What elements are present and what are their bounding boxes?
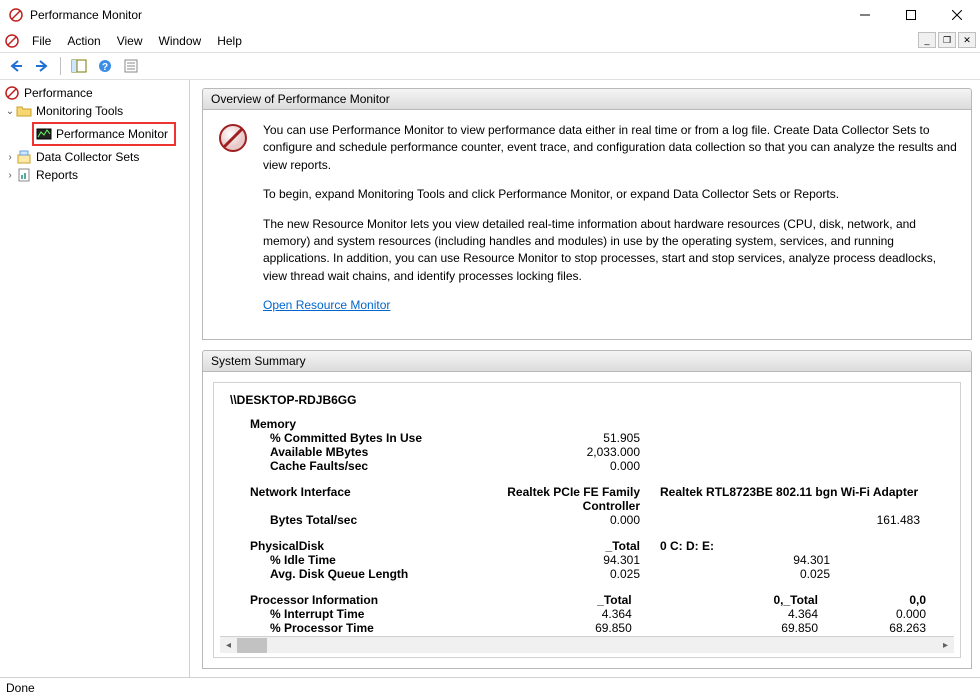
system-summary-panel: System Summary \\DESKTOP-RDJB6GG Memory … <box>202 350 972 669</box>
menu-action[interactable]: Action <box>59 32 108 50</box>
processor-section-header: Processor Information _Total 0,_Total 0,… <box>250 593 946 607</box>
tree-label-performance-monitor: Performance Monitor <box>56 127 168 141</box>
close-button[interactable] <box>934 0 980 30</box>
status-text: Done <box>6 681 35 695</box>
back-button[interactable] <box>4 55 28 77</box>
mdi-restore-button[interactable]: ❐ <box>938 32 956 48</box>
perfmon-menu-icon <box>4 33 20 49</box>
system-summary-report: \\DESKTOP-RDJB6GG Memory % Committed Byt… <box>220 393 954 636</box>
overview-header: Overview of Performance Monitor <box>202 88 972 110</box>
horizontal-scrollbar[interactable]: ◂ ▸ <box>220 636 954 653</box>
collapse-icon[interactable]: ⌄ <box>4 106 16 117</box>
summary-hostname: \\DESKTOP-RDJB6GG <box>230 393 946 407</box>
menu-view[interactable]: View <box>109 32 151 50</box>
properties-button[interactable] <box>119 55 143 77</box>
network-section-header: Network Interface Realtek PCIe FE Family… <box>250 485 946 513</box>
tree-label-performance: Performance <box>24 86 93 100</box>
menu-window[interactable]: Window <box>151 32 210 50</box>
processor-row: % Interrupt Time4.3644.3640.000 <box>270 607 946 621</box>
overview-paragraph-3: The new Resource Monitor lets you view d… <box>263 216 957 286</box>
memory-row: Available MBytes2,033.000 <box>270 445 946 459</box>
tree-label-reports: Reports <box>36 168 78 182</box>
tree-node-reports[interactable]: › Reports <box>4 166 189 184</box>
svg-text:?: ? <box>102 62 108 73</box>
overview-paragraph-2: To begin, expand Monitoring Tools and cl… <box>263 186 957 203</box>
overview-paragraph-1: You can use Performance Monitor to view … <box>263 122 957 174</box>
memory-section-title: Memory <box>250 417 946 431</box>
show-hide-console-tree-button[interactable] <box>67 55 91 77</box>
tree-node-data-collector-sets[interactable]: › Data Collector Sets <box>4 148 189 166</box>
overview-panel: Overview of Performance Monitor You can … <box>202 88 972 340</box>
perfmon-chart-icon <box>36 126 52 142</box>
menu-file[interactable]: File <box>24 32 59 50</box>
menubar: File Action View Window Help _ ❐ ✕ <box>0 30 980 52</box>
physicaldisk-row: % Idle Time94.30194.301 <box>270 553 946 567</box>
memory-row: Cache Faults/sec0.000 <box>270 459 946 473</box>
scroll-thumb[interactable] <box>237 638 267 653</box>
expand-icon[interactable]: › <box>4 170 16 181</box>
perfmon-tree-icon <box>4 85 20 101</box>
network-row: Bytes Total/sec0.000161.483 <box>270 513 946 527</box>
toolbar: ? <box>0 52 980 80</box>
perfmon-app-icon <box>8 7 24 23</box>
tree-highlight-box: Performance Monitor <box>32 122 176 146</box>
scroll-left-arrow-icon[interactable]: ◂ <box>220 637 237 654</box>
menu-help[interactable]: Help <box>209 32 250 50</box>
folder-icon <box>16 103 32 119</box>
data-collector-icon <box>16 149 32 165</box>
physicaldisk-row: Avg. Disk Queue Length0.0250.025 <box>270 567 946 581</box>
maximize-button[interactable] <box>888 0 934 30</box>
content-pane: Overview of Performance Monitor You can … <box>190 80 980 677</box>
minimize-button[interactable] <box>842 0 888 30</box>
system-summary-header: System Summary <box>202 350 972 372</box>
statusbar: Done <box>0 677 980 697</box>
physicaldisk-section-header: PhysicalDisk _Total 0 C: D: E: <box>250 539 946 553</box>
tree-node-performance-monitor[interactable]: Performance Monitor <box>36 125 172 143</box>
mdi-close-button[interactable]: ✕ <box>958 32 976 48</box>
tree-label-monitoring-tools: Monitoring Tools <box>36 104 123 118</box>
scroll-right-arrow-icon[interactable]: ▸ <box>937 637 954 654</box>
memory-row: % Committed Bytes In Use51.905 <box>270 431 946 445</box>
help-button[interactable]: ? <box>93 55 117 77</box>
tree-node-performance[interactable]: Performance <box>4 84 189 102</box>
navigation-tree[interactable]: Performance ⌄ Monitoring Tools Performan… <box>0 80 190 677</box>
main-area: Performance ⌄ Monitoring Tools Performan… <box>0 80 980 677</box>
overview-panel-icon <box>217 122 249 154</box>
tree-label-data-collector-sets: Data Collector Sets <box>36 150 139 164</box>
toolbar-separator <box>60 57 61 75</box>
window-title: Performance Monitor <box>30 8 842 22</box>
forward-button[interactable] <box>30 55 54 77</box>
mdi-minimize-button[interactable]: _ <box>918 32 936 48</box>
processor-row: % Processor Time69.85069.85068.263 <box>270 621 946 635</box>
open-resource-monitor-link[interactable]: Open Resource Monitor <box>263 298 390 312</box>
expand-icon[interactable]: › <box>4 152 16 163</box>
reports-icon <box>16 167 32 183</box>
tree-node-monitoring-tools[interactable]: ⌄ Monitoring Tools <box>4 102 189 120</box>
titlebar: Performance Monitor <box>0 0 980 30</box>
